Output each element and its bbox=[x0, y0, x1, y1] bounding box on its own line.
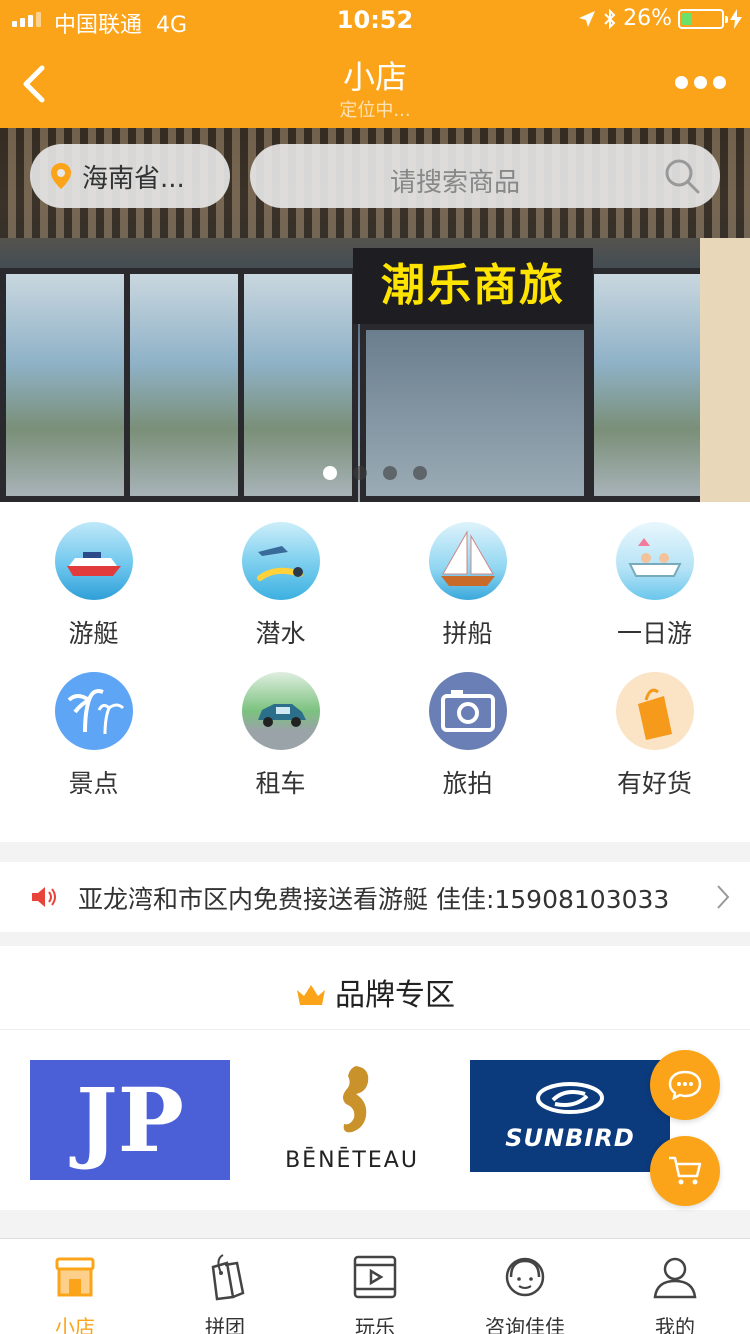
day-tour-icon bbox=[615, 522, 694, 600]
tab-group-buy[interactable]: 拼团 bbox=[150, 1239, 300, 1334]
support-agent-icon bbox=[505, 1257, 545, 1297]
tab-play[interactable]: 玩乐 bbox=[300, 1239, 450, 1334]
brand-section-header: 品牌专区 bbox=[0, 946, 750, 1030]
battery-percent: 26% bbox=[623, 6, 672, 31]
tab-label: 拼团 bbox=[205, 1315, 245, 1334]
category-grid: 游艇 潜水 拼船 一日游 景点 租车 旅拍 有好货 bbox=[0, 502, 750, 842]
search-placeholder: 请搜索商品 bbox=[389, 168, 520, 198]
search-input[interactable]: 请搜索商品 bbox=[250, 144, 720, 208]
category-day-tour[interactable]: 一日游 bbox=[561, 522, 748, 650]
category-label: 游艇 bbox=[68, 619, 119, 648]
banner-carousel[interactable]: 潮乐商旅 海南省... 请搜索商品 bbox=[0, 128, 750, 502]
carousel-dot[interactable] bbox=[353, 466, 367, 480]
tab-label: 咨询佳佳 bbox=[485, 1315, 565, 1334]
tab-shop[interactable]: 小店 bbox=[0, 1239, 150, 1334]
tag-icon bbox=[211, 1254, 245, 1301]
chevron-right-icon bbox=[717, 885, 730, 909]
category-label: 旅拍 bbox=[442, 769, 493, 798]
more-menu-icon[interactable] bbox=[675, 76, 726, 89]
notice-text: 亚龙湾和市区内免费接送看游艇 佳佳:15908103033 bbox=[78, 885, 670, 914]
page-title: 小店 bbox=[342, 58, 407, 96]
chat-bubble-icon bbox=[668, 1070, 702, 1101]
sunbird-emblem-icon bbox=[536, 1082, 604, 1114]
notice-bar[interactable]: 亚龙湾和市区内免费接送看游艇 佳佳:15908103033 bbox=[0, 862, 750, 932]
brand-sunbird-logo[interactable]: SUNBIRD bbox=[470, 1060, 670, 1172]
location-arrow-icon bbox=[579, 10, 596, 27]
video-icon bbox=[353, 1255, 397, 1299]
cart-icon bbox=[669, 1156, 702, 1185]
diving-icon bbox=[241, 522, 320, 600]
charging-icon bbox=[730, 8, 742, 29]
tab-bar: 小店 拼团 玩乐 咨询佳佳 我的 bbox=[0, 1238, 750, 1334]
tab-label: 玩乐 bbox=[355, 1315, 395, 1334]
yacht-icon bbox=[54, 522, 133, 600]
category-car-rental[interactable]: 租车 bbox=[187, 672, 374, 800]
user-icon bbox=[653, 1257, 697, 1299]
page-subtitle: 定位中... bbox=[339, 100, 411, 121]
carousel-indicator bbox=[0, 466, 750, 480]
tab-label: 小店 bbox=[55, 1315, 95, 1334]
shop-sign: 潮乐商旅 bbox=[353, 248, 593, 324]
category-travel-photo[interactable]: 旅拍 bbox=[374, 672, 561, 800]
bluetooth-icon bbox=[604, 8, 616, 29]
carousel-dot[interactable] bbox=[383, 466, 397, 480]
location-label: 海南省... bbox=[82, 163, 185, 194]
crown-icon bbox=[297, 985, 325, 1005]
status-bar: 中国联通 4G 10:52 26% bbox=[0, 0, 750, 40]
category-label: 景点 bbox=[68, 769, 119, 798]
category-sailboat[interactable]: 拼船 bbox=[374, 522, 561, 650]
category-label: 租车 bbox=[255, 769, 306, 798]
speaker-icon bbox=[32, 887, 56, 907]
location-pin-icon bbox=[51, 163, 71, 189]
car-icon bbox=[241, 672, 320, 750]
category-yacht[interactable]: 游艇 bbox=[0, 522, 187, 650]
category-good-goods[interactable]: 有好货 bbox=[561, 672, 748, 800]
tab-mine[interactable]: 我的 bbox=[600, 1239, 750, 1334]
category-label: 拼船 bbox=[442, 619, 493, 648]
shop-icon bbox=[55, 1257, 95, 1297]
brand-list: JP BĒNĒTEAU SUNBIRD bbox=[0, 1030, 750, 1210]
battery-icon bbox=[678, 8, 728, 29]
sailboat-icon bbox=[428, 522, 507, 600]
category-diving[interactable]: 潜水 bbox=[187, 522, 374, 650]
carousel-dot[interactable] bbox=[413, 466, 427, 480]
category-label: 潜水 bbox=[255, 619, 306, 648]
location-selector[interactable]: 海南省... bbox=[30, 144, 230, 208]
brand-beneteau-logo[interactable]: BĒNĒTEAU bbox=[262, 1060, 442, 1180]
camera-icon bbox=[428, 672, 507, 750]
category-label: 一日游 bbox=[616, 619, 692, 648]
brand-section-title: 品牌专区 bbox=[0, 970, 750, 1014]
carousel-dot[interactable] bbox=[323, 466, 337, 480]
tab-label: 我的 bbox=[655, 1315, 695, 1334]
seahorse-icon bbox=[343, 1066, 369, 1133]
brand-jp-logo[interactable]: JP bbox=[30, 1060, 230, 1180]
chat-button[interactable] bbox=[650, 1050, 720, 1120]
palm-tree-icon bbox=[54, 672, 133, 750]
category-label: 有好货 bbox=[616, 769, 692, 798]
tab-consult[interactable]: 咨询佳佳 bbox=[450, 1239, 600, 1334]
category-attractions[interactable]: 景点 bbox=[0, 672, 187, 800]
header: 中国联通 4G 10:52 26% 小店 定位中... bbox=[0, 0, 750, 128]
search-icon[interactable] bbox=[664, 158, 700, 194]
cart-button[interactable] bbox=[650, 1136, 720, 1206]
shopping-bag-icon bbox=[615, 672, 694, 750]
status-right: 26% bbox=[577, 6, 742, 31]
banner-wall bbox=[700, 238, 750, 502]
